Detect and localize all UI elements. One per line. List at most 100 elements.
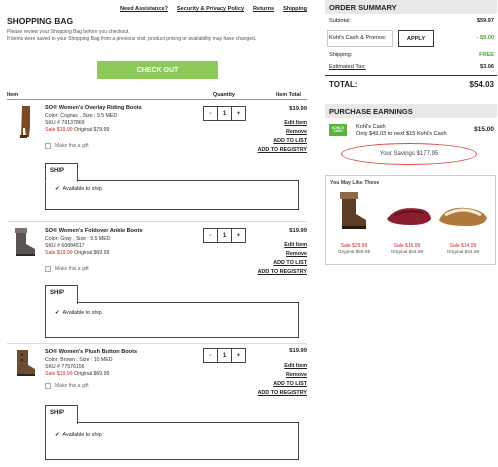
ship-tab[interactable]: SHIP [45,285,78,304]
divider [325,75,497,76]
qty-minus-button[interactable]: - [204,349,217,362]
item-color: Color: Brown , Size : 10 MED [45,357,113,363]
qty-value[interactable]: 1 [217,349,231,362]
item-color: Color: Cognac , Size : 9.5 MED [45,113,118,119]
returns-link[interactable]: Returns [253,6,274,12]
item-price-line: Sale $19.99 Original $79.99 [45,127,110,133]
edit-item-link[interactable]: Edit Item [284,242,307,248]
divider [7,221,307,222]
check-icon: ✔ [55,186,60,192]
page-title: SHOPPING BAG [7,16,74,26]
ship-option[interactable]: ✔ Available to ship [55,432,102,438]
item-color: Color: Gray , Size : 9.5 MED [45,236,111,242]
divider [7,343,307,344]
shipping-label: Shipping: [329,52,353,58]
total-value: $54.03 [469,80,494,89]
qty-plus-button[interactable]: + [231,349,245,362]
ship-option[interactable]: ✔ Available to ship [55,186,102,192]
qty-minus-button[interactable]: - [204,229,217,242]
recommended-sale-price: Sale $16.99 [393,243,421,249]
edit-item-link[interactable]: Edit Item [284,120,307,126]
item-total: $19.99 [289,348,307,354]
check-icon: ✔ [55,432,60,438]
apply-button[interactable]: APPLY [398,30,434,47]
ship-option[interactable]: ✔ Available to ship [55,310,102,316]
subtotal-label: Subtotal: [329,18,352,24]
item-image[interactable] [12,349,38,377]
qty-value[interactable]: 1 [217,107,231,120]
item-total: $19.99 [289,228,307,234]
item-name[interactable]: SO® Women's Plush Button Boots [45,349,137,355]
kohls-cash-label: Kohl's Cash [356,124,386,130]
recommended-product-image[interactable] [437,202,489,230]
tax-value: $3.06 [480,64,494,70]
promo-label: Kohl's Cash & Promos: [329,35,387,41]
add-to-registry-link[interactable]: ADD TO REGISTRY [258,269,307,275]
promo-value: - $9.00 [476,35,494,41]
item-price-line: Sale $19.99 Original $69.99 [45,371,110,377]
subtotal-value: $59.97 [476,18,494,24]
qty-plus-button[interactable]: + [231,229,245,242]
kohls-cash-note: Only $49.03 to next $15 Kohl's Cash [356,131,447,137]
col-qty-header: Quantity [213,92,235,98]
recommended-sale-price: Sale $14.99 [449,243,477,249]
item-image[interactable] [14,105,38,139]
item-image[interactable] [12,227,38,257]
gift-option[interactable]: Make this a gift [45,383,89,389]
recommended-original-price: Original $44.99 [446,250,480,255]
add-to-list-link[interactable]: ADD TO LIST [273,381,307,387]
col-total-header: Item Total [276,92,302,98]
recommended-original-price: Original $59.99 [337,250,371,255]
add-to-list-link[interactable]: ADD TO LIST [273,138,307,144]
edit-item-link[interactable]: Edit Item [284,363,307,369]
item-sku: SKU # 60884517 [45,243,85,249]
gift-option[interactable]: Make this a gift [45,266,89,272]
qty-value[interactable]: 1 [217,229,231,242]
remove-link[interactable]: Remove [286,129,307,135]
quantity-stepper[interactable]: - 1 + [203,348,246,363]
savings-highlight: Your Savings $177.95 [341,143,477,165]
remove-link[interactable]: Remove [286,251,307,257]
item-name[interactable]: SO® Women's Foldover Ankle Boots [45,228,142,234]
shipping-link[interactable]: Shipping [283,6,307,12]
qty-plus-button[interactable]: + [231,107,245,120]
top-links: Need Assistance? Security & Privacy Poli… [120,6,307,12]
add-to-list-link[interactable]: ADD TO LIST [273,260,307,266]
quantity-stepper[interactable]: - 1 + [203,106,246,121]
item-sku: SKU # 79137869 [45,120,85,126]
item-price-line: Sale $19.99 Original $69.99 [45,250,110,256]
checkout-button[interactable]: CHECK OUT [97,61,218,79]
security-privacy-link[interactable]: Security & Privacy Policy [177,6,244,12]
recommended-sale-price: Sale $29.99 [340,243,368,249]
add-to-registry-link[interactable]: ADD TO REGISTRY [258,147,307,153]
recommended-product-image[interactable] [385,203,433,227]
shipping-value: FREE [479,52,494,58]
need-assistance-link[interactable]: Need Assistance? [120,6,168,12]
ship-tab-label[interactable]: SHIP [45,163,78,181]
col-item-header: Item [7,92,19,98]
ship-box [45,302,299,338]
qty-minus-button[interactable]: - [204,107,217,120]
estimated-tax-link[interactable]: Estimated Tax: [329,64,366,70]
ship-tab[interactable]: SHIP [45,405,78,424]
gift-checkbox[interactable] [45,383,51,389]
add-to-registry-link[interactable]: ADD TO REGISTRY [258,390,307,396]
item-sku: SKU # 77576156 [45,364,85,370]
recommendations-title: You May Like These [330,180,380,186]
remove-link[interactable]: Remove [286,372,307,378]
divider [7,99,307,100]
gift-option[interactable]: Make this a gift [45,143,89,149]
ship-box [45,422,299,460]
order-summary-panel: ORDER SUMMARY [325,0,497,14]
quantity-stepper[interactable]: - 1 + [203,228,246,243]
purchase-earnings-title: PURCHASE EARNINGS [325,104,497,118]
order-summary-title: ORDER SUMMARY [325,0,497,14]
item-name[interactable]: SO® Women's Overlay Riding Boots [45,105,142,111]
recommended-original-price: Original $24.99 [390,250,424,255]
gift-checkbox[interactable] [45,143,51,149]
total-label: TOTAL: [329,80,358,89]
gift-checkbox[interactable] [45,266,51,272]
recommended-product-image[interactable] [334,190,370,232]
ship-box [45,180,299,210]
check-icon: ✔ [55,310,60,316]
